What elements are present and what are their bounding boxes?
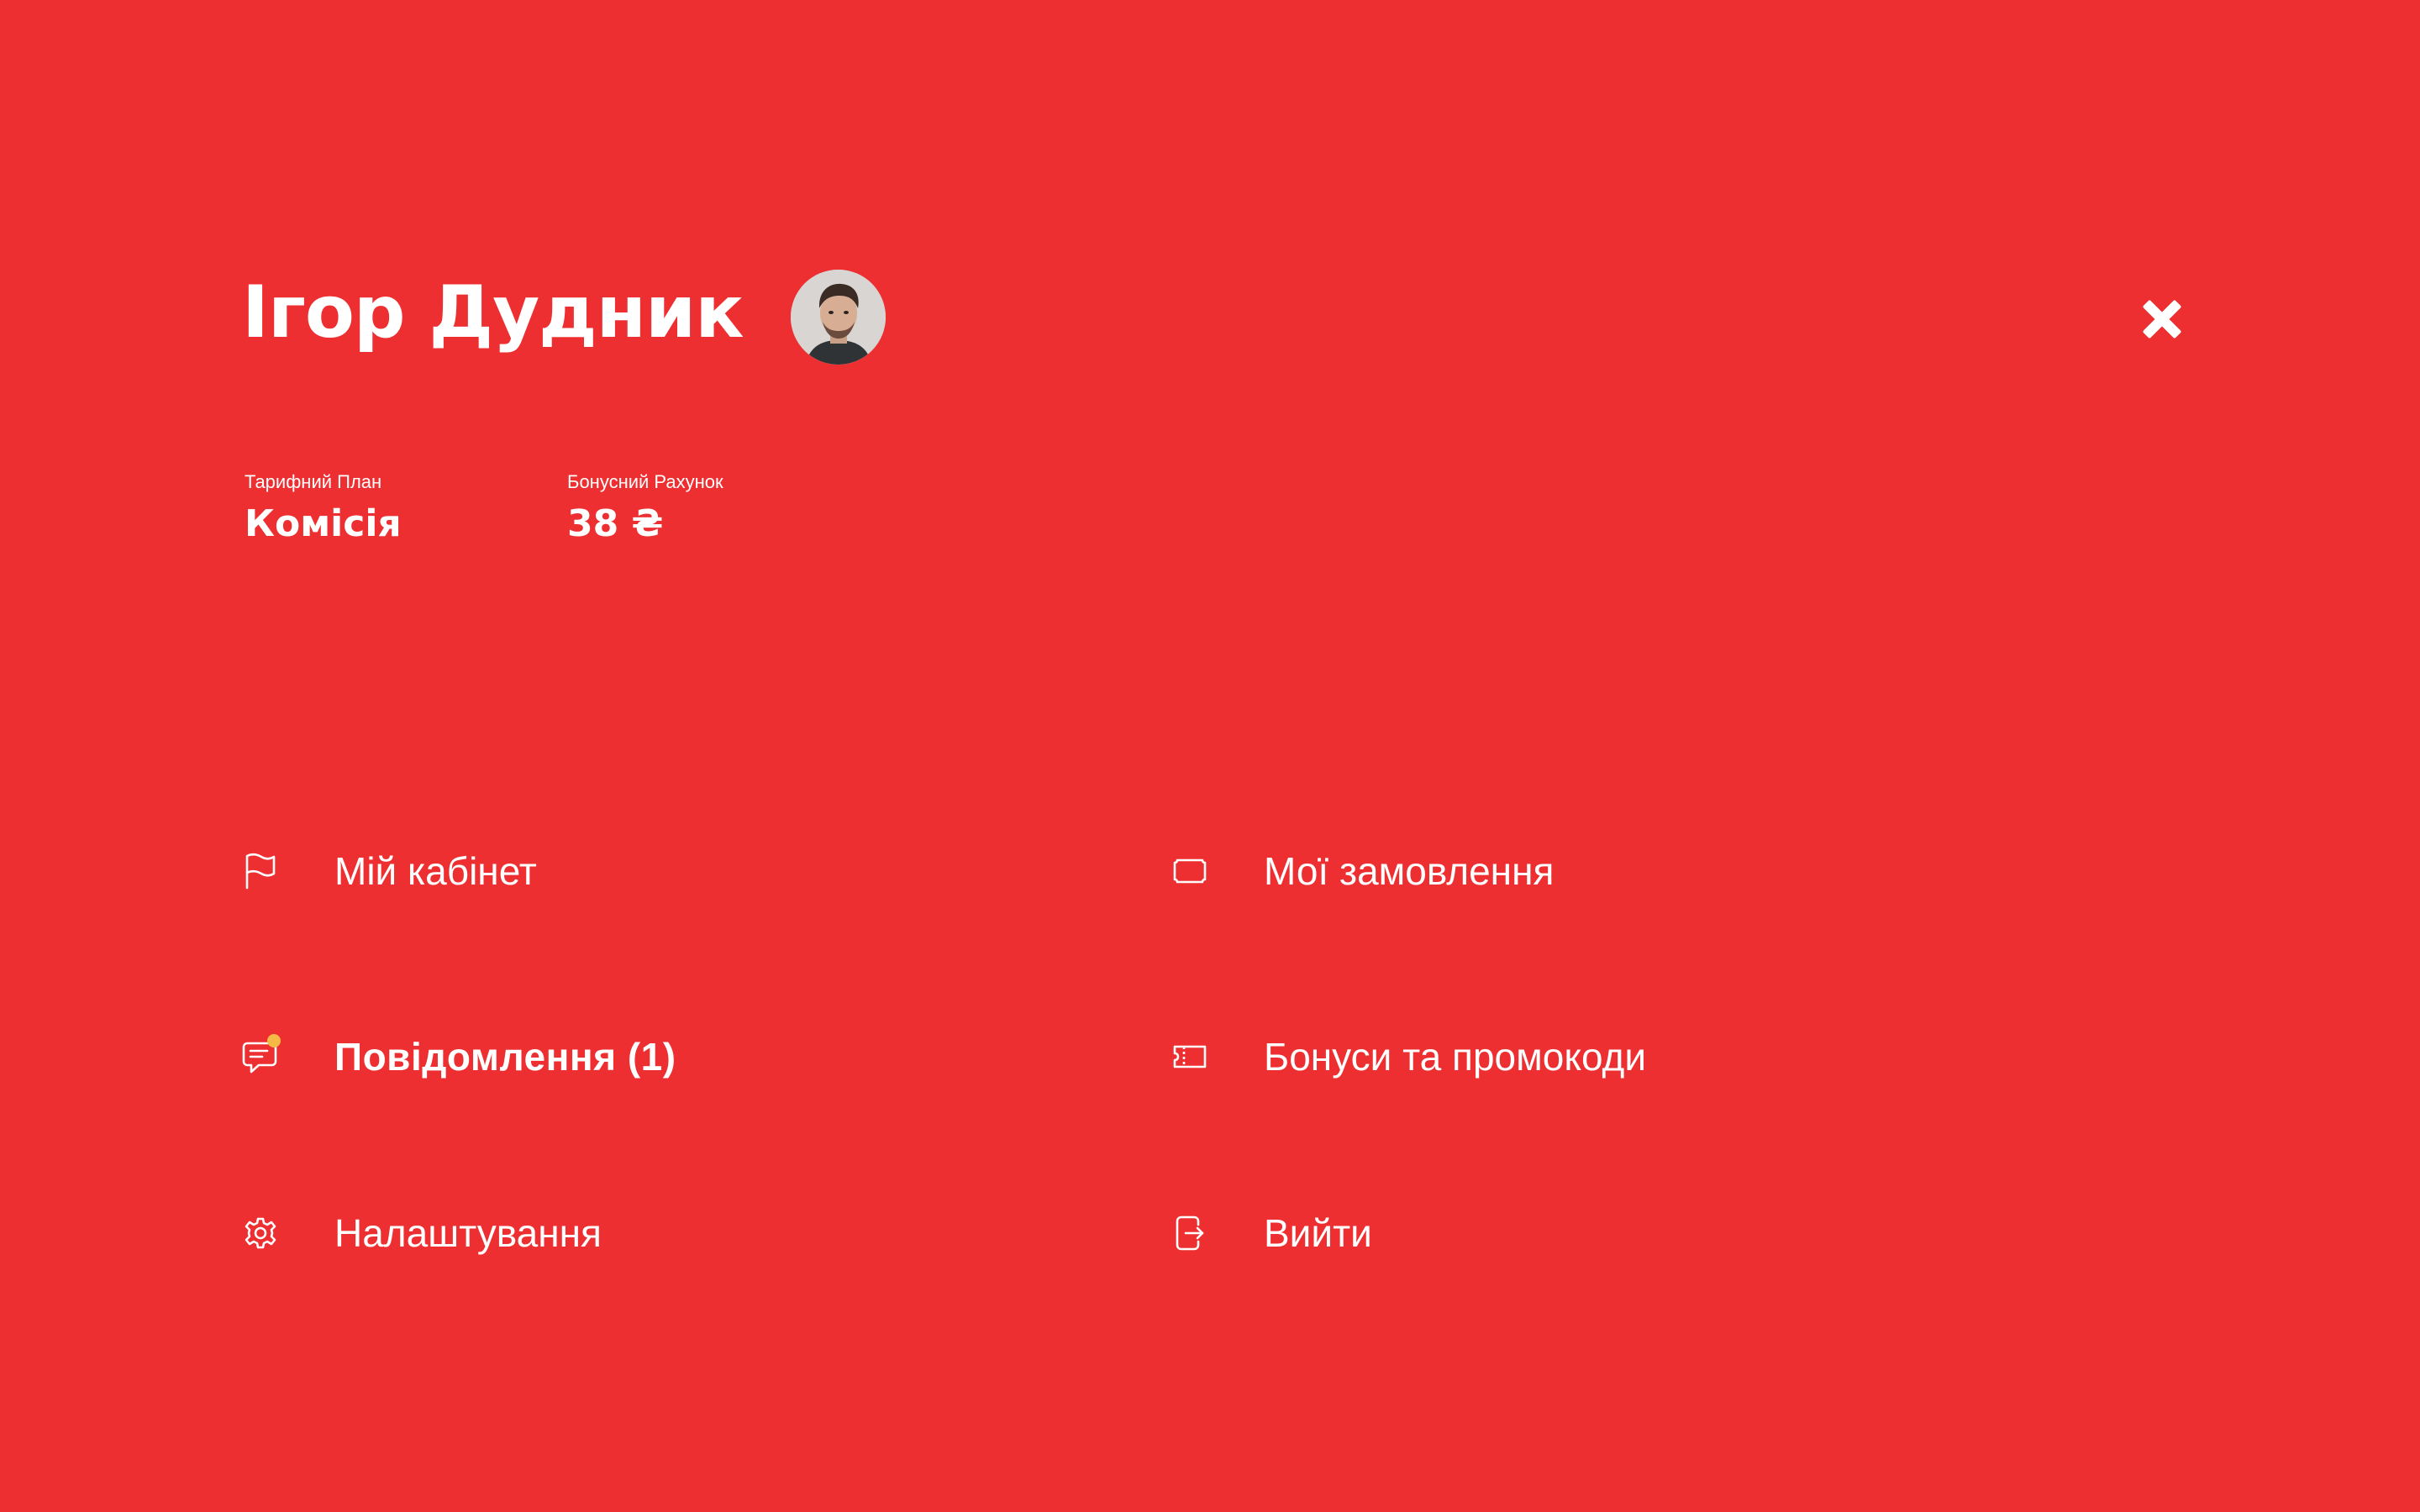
avatar[interactable] xyxy=(791,270,886,365)
chat-icon xyxy=(242,1034,281,1075)
menu-item-label: Мої замовлення xyxy=(1264,849,1555,893)
coupon-icon xyxy=(1171,1038,1208,1075)
close-button[interactable] xyxy=(2137,294,2187,344)
menu-item-label: Вийти xyxy=(1264,1211,1372,1255)
tariff-plan-value: Комісія xyxy=(245,502,402,545)
logout-icon xyxy=(1171,1215,1208,1252)
bonus-account: Бонусний Рахунок 38 ₴ xyxy=(567,469,723,546)
menu-item-label: Повідомлення (1) xyxy=(334,1035,676,1079)
menu-item-label: Налаштування xyxy=(334,1211,602,1255)
bonus-account-label: Бонусний Рахунок xyxy=(567,471,723,492)
notification-dot xyxy=(267,1034,281,1047)
flag-icon xyxy=(242,853,279,890)
tariff-plan: Тарифний План Комісія xyxy=(245,469,402,546)
tariff-plan-label: Тарифний План xyxy=(245,471,382,492)
gear-icon xyxy=(242,1215,279,1252)
menu-item-label: Бонуси та промокоди xyxy=(1264,1035,1647,1079)
user-name: Ігор Дудник xyxy=(242,270,744,354)
ticket-icon xyxy=(1171,853,1208,890)
menu-item-label: Мій кабінет xyxy=(334,849,537,893)
bonus-account-value: 38 ₴ xyxy=(567,502,664,545)
